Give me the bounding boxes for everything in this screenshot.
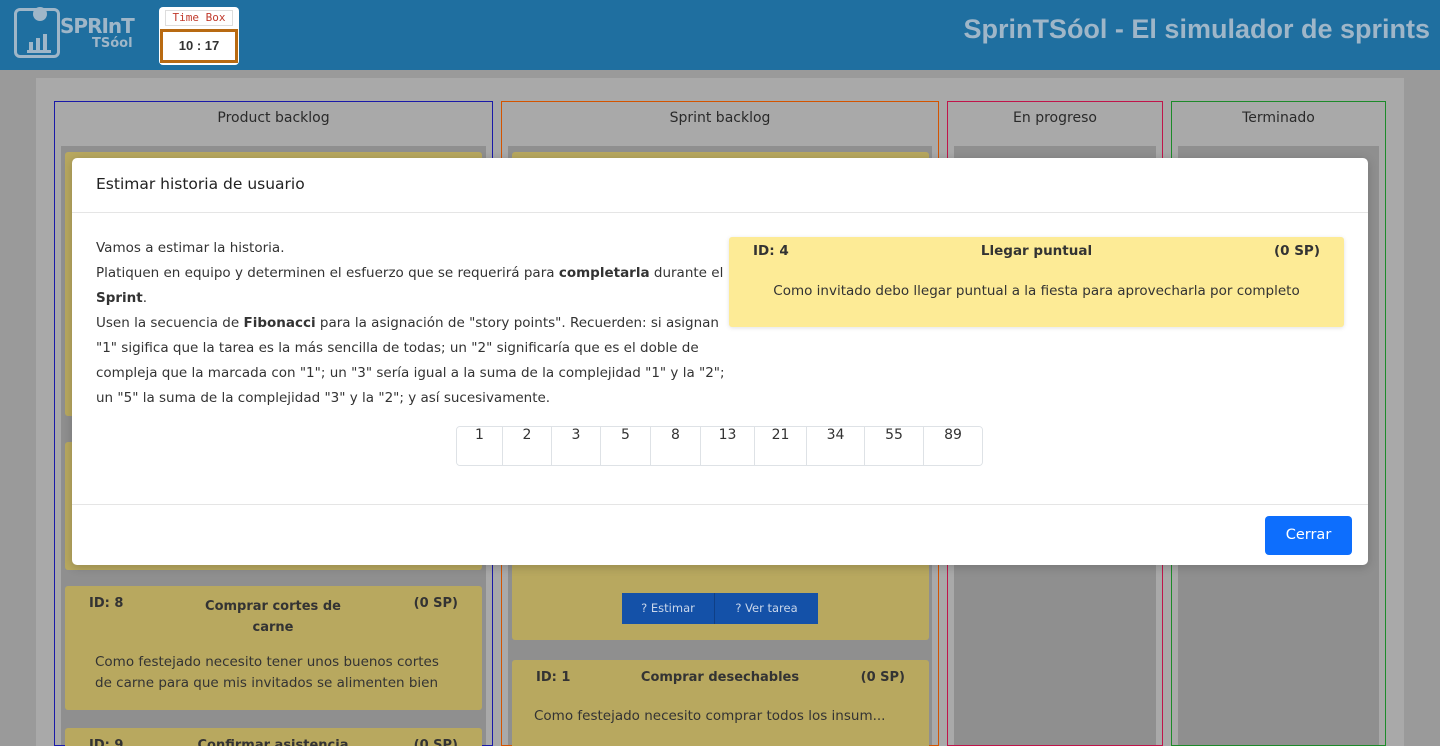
modal-footer: Cerrar: [72, 504, 1368, 565]
estimate-modal: Estimar historia de usuario Vamos a esti…: [72, 158, 1368, 565]
card-story-points: (0 SP): [413, 738, 458, 746]
timebox-timer: 10 : 17: [160, 29, 238, 63]
card-story-1[interactable]: ID: 1 Comprar desechables (0 SP) Como fe…: [512, 660, 929, 746]
story-description: Como invitado debo llegar puntual a la f…: [773, 283, 1300, 299]
card-story-points: (0 SP): [413, 596, 458, 611]
story-points: (0 SP): [1273, 243, 1320, 259]
fib-option-1[interactable]: 1: [457, 427, 503, 465]
instructions-fibonacci: Usen la secuencia de Fibonacci para la a…: [96, 315, 725, 406]
instructions-effort: Platiquen en equipo y determinen el esfu…: [96, 265, 724, 306]
fib-option-89[interactable]: 89: [924, 427, 982, 465]
fib-option-34[interactable]: 34: [807, 427, 865, 465]
card-story-9[interactable]: ID: 9 Confirmar asistencia (0 SP): [65, 728, 482, 746]
instructions-intro: Vamos a estimar la historia.: [96, 240, 285, 256]
story-card: Llegar puntual ID: 4 (0 SP) Como invitad…: [729, 237, 1344, 327]
modal-instructions: Vamos a estimar la historia. Platiquen e…: [96, 236, 726, 411]
card-id: ID: 1: [536, 670, 571, 685]
column-title: Terminado: [1242, 110, 1315, 126]
column-title: En progreso: [1013, 110, 1097, 126]
story-id: ID: 4: [753, 243, 789, 259]
timebox-label: Time Box: [165, 10, 233, 26]
fib-option-21[interactable]: 21: [755, 427, 807, 465]
app-logo: SPRInT TSóol: [12, 6, 142, 60]
timebox: Time Box 10 : 17: [159, 7, 239, 65]
fib-option-13[interactable]: 13: [701, 427, 755, 465]
modal-title: Estimar historia de usuario: [96, 175, 305, 193]
modal-header: Estimar historia de usuario: [72, 158, 1368, 213]
fib-option-55[interactable]: 55: [865, 427, 924, 465]
card-story-8[interactable]: ID: 8 Comprar cortes de carne (0 SP) Com…: [65, 586, 482, 710]
story-title: Llegar puntual: [980, 243, 1093, 259]
close-button[interactable]: Cerrar: [1265, 516, 1352, 555]
card-title: Confirmar asistencia: [197, 738, 349, 746]
card-id: ID: 8: [89, 596, 124, 611]
app-title: SprinTSóol - El simulador de sprints: [963, 14, 1430, 44]
estimate-button[interactable]: ? Estimar: [622, 593, 715, 624]
logo-text: SPRInT: [60, 14, 135, 38]
card-actions: ? Estimar ? Ver tarea: [622, 593, 818, 624]
column-title: Product backlog: [217, 110, 330, 126]
fib-option-3[interactable]: 3: [552, 427, 601, 465]
card-story-points: (0 SP): [860, 670, 905, 685]
fib-option-5[interactable]: 5: [601, 427, 651, 465]
top-bar: SPRInT TSóol Time Box 10 : 17 SprinTSóol…: [0, 0, 1440, 70]
view-task-button[interactable]: ? Ver tarea: [715, 593, 818, 624]
fibonacci-selector: 1 2 3 5 8 13 21 34 55 89: [456, 426, 983, 466]
card-title: Comprar desechables: [640, 670, 800, 685]
logo-text-secondary: TSóol: [92, 36, 133, 51]
logo-badge-icon: [14, 7, 60, 58]
fib-option-2[interactable]: 2: [503, 427, 552, 465]
fib-option-8[interactable]: 8: [651, 427, 701, 465]
card-id: ID: 9: [89, 738, 124, 746]
card-title: Comprar cortes de carne: [205, 599, 341, 635]
card-description: Como festejado necesito comprar todos lo…: [534, 708, 886, 724]
card-description: Como festejado necesito tener unos bueno…: [95, 654, 439, 691]
column-title: Sprint backlog: [669, 110, 771, 126]
